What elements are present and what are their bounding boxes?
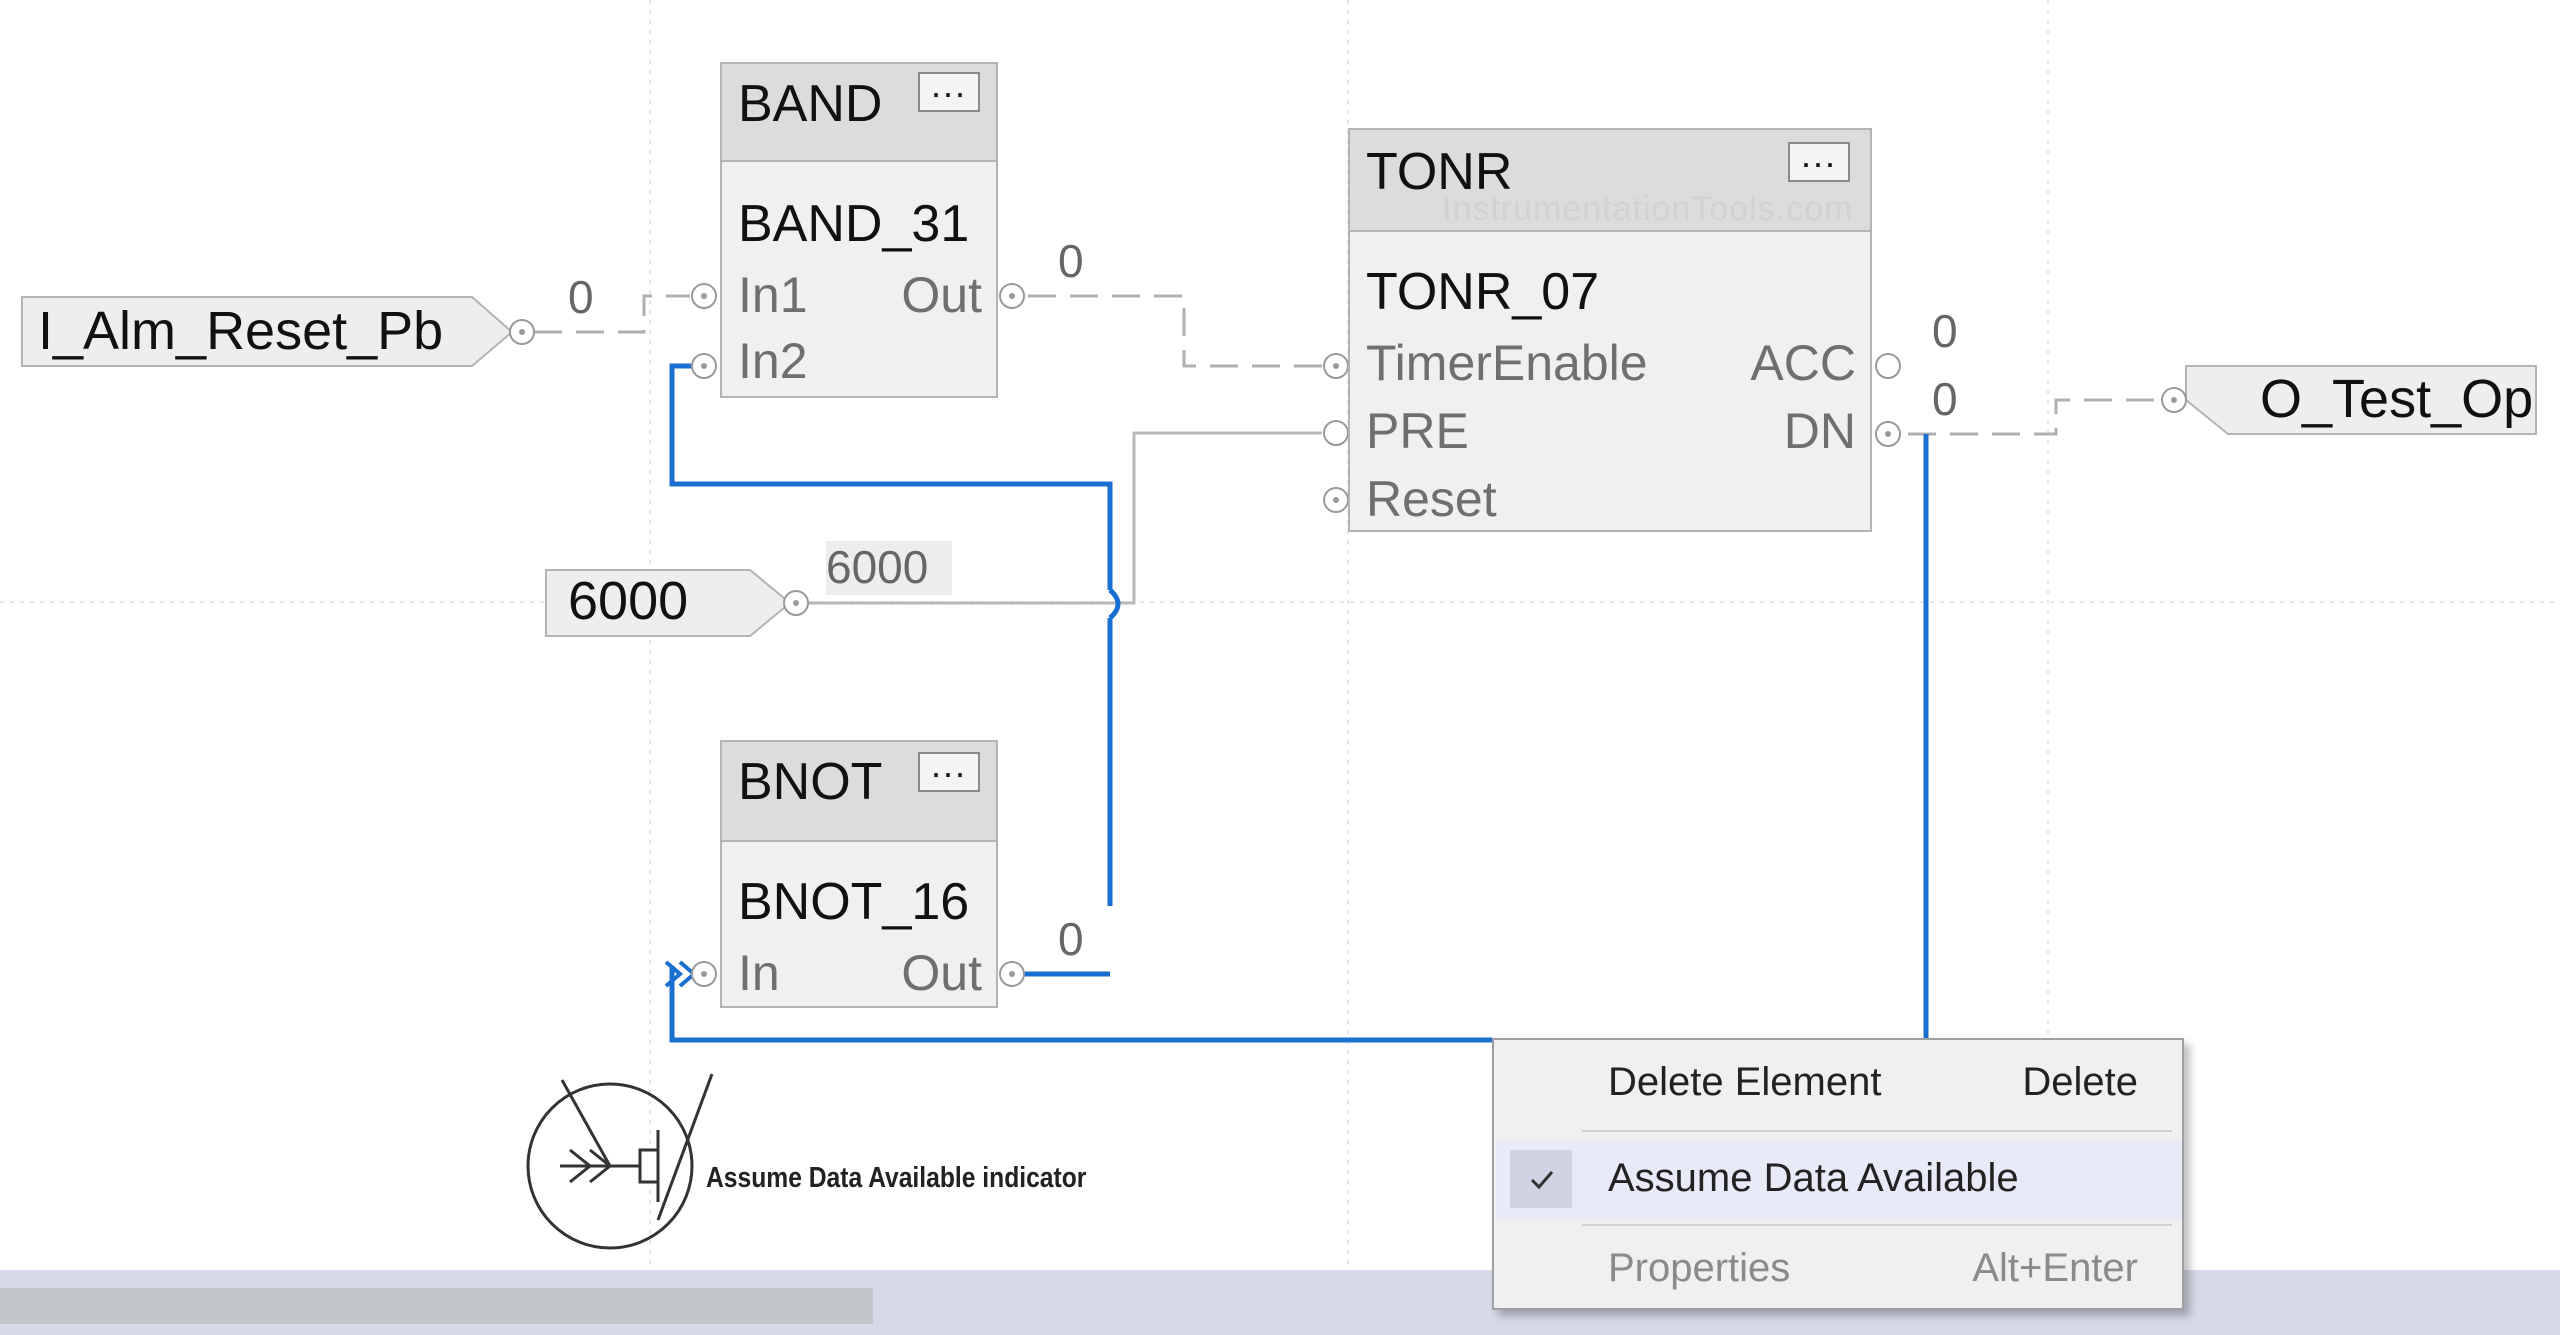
bnot-block-header[interactable]: BNOT ... (722, 742, 996, 842)
menu-item-delete-element[interactable]: Delete Element Delete (1496, 1044, 2182, 1124)
tonr-pin-acc[interactable]: ACC (1750, 338, 1856, 388)
context-menu[interactable]: Delete Element Delete Assume Data Availa… (1492, 1038, 2184, 1310)
menu-item-label: Assume Data Available (1608, 1156, 2019, 1200)
tonr-pin-dn[interactable]: DN (1784, 406, 1856, 456)
menu-item-label: Delete Element (1608, 1060, 1882, 1104)
menu-separator (1582, 1224, 2172, 1226)
input-ref-preset-value: 6000 (826, 541, 929, 593)
tonr-pin-reset[interactable]: Reset (1366, 474, 1497, 524)
band-pin-in2[interactable]: In2 (738, 336, 808, 386)
band-block-name: BAND_31 (738, 195, 970, 253)
tonr-pin-timer-enable[interactable]: TimerEnable (1366, 338, 1648, 388)
band-pin-out[interactable]: Out (901, 270, 982, 320)
horizontal-scrollbar-thumb[interactable] (0, 1288, 873, 1324)
band-block-type: BAND (738, 75, 883, 133)
band-block[interactable]: BAND ... BAND_31 In1 In2 Out (720, 62, 998, 398)
bnot-pin-out[interactable]: Out (901, 948, 982, 998)
bnot-block[interactable]: BNOT ... BNOT_16 In Out (720, 740, 998, 1008)
menu-item-properties[interactable]: Properties Alt+Enter (1496, 1230, 2182, 1310)
band-out-value: 0 (1058, 235, 1084, 287)
input-ref-reset-pb-tag[interactable]: I_Alm_Reset_Pb (38, 304, 443, 358)
assume-data-legend-label: Assume Data Available indicator (706, 1162, 1087, 1194)
band-block-header[interactable]: BAND ... (722, 64, 996, 162)
checkmark-icon (1510, 1150, 1572, 1208)
menu-item-shortcut: Alt+Enter (1972, 1246, 2138, 1290)
input-ref-preset-tag[interactable]: 6000 (568, 574, 688, 628)
menu-item-assume-data-available[interactable]: Assume Data Available (1496, 1140, 2182, 1220)
output-ref-test-op-tag[interactable]: O_Test_Op (2260, 372, 2533, 426)
bnot-pin-in[interactable]: In (738, 948, 780, 998)
assume-data-legend-icon (526, 1073, 714, 1250)
tonr-block-name: TONR_07 (1366, 263, 1600, 321)
input-ref-reset-pb-value: 0 (568, 271, 594, 323)
band-block-more-button[interactable]: ... (918, 67, 980, 112)
band-pin-in1[interactable]: In1 (738, 270, 808, 320)
menu-separator (1582, 1130, 2172, 1132)
tonr-dn-value: 0 (1932, 373, 1958, 425)
tonr-acc-value: 0 (1932, 305, 1958, 357)
menu-item-shortcut: Delete (2022, 1060, 2138, 1104)
watermark-text: InstrumentationTools.com (1442, 190, 1854, 228)
tonr-block-more-button[interactable]: ... (1788, 137, 1850, 182)
bnot-block-more-button[interactable]: ... (918, 747, 980, 792)
tonr-pin-pre[interactable]: PRE (1366, 406, 1469, 456)
bnot-out-value: 0 (1058, 913, 1084, 965)
menu-item-label: Properties (1608, 1246, 1791, 1290)
bnot-block-name: BNOT_16 (738, 873, 970, 931)
tonr-block[interactable]: TONR ... TONR_07 TimerEnable PRE Reset A… (1348, 128, 1872, 532)
bnot-block-type: BNOT (738, 753, 883, 811)
